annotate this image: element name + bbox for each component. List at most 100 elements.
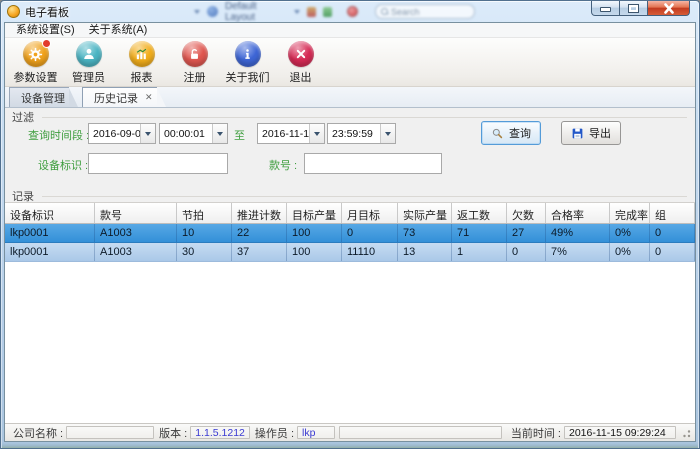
table-cell: 7% <box>546 243 610 261</box>
current-time-value: 2016-11-15 09:29:24 <box>564 426 676 439</box>
resize-grip[interactable] <box>679 426 692 439</box>
export-button-label: 导出 <box>589 125 611 141</box>
table-cell: 27 <box>507 224 546 242</box>
record-icon <box>347 6 358 17</box>
table-cell: 0% <box>610 224 650 242</box>
query-button[interactable]: 查询 <box>481 121 541 145</box>
date-to-value: 2016-11-15 <box>258 128 309 140</box>
toolbar-button-label: 参数设置 <box>14 69 58 85</box>
column-header-3[interactable]: 推进计数 <box>232 203 287 223</box>
time-to-picker[interactable]: 23:59:59 <box>327 123 396 144</box>
date-from-dropdown-button[interactable] <box>140 124 155 143</box>
table-body: lkp0001A10031022100073712749%0%0lkp0001A… <box>5 224 695 262</box>
table-row-0[interactable]: lkp0001A10031022100073712749%0%0 <box>5 224 695 243</box>
device-id-input[interactable] <box>88 153 228 174</box>
column-header-7[interactable]: 返工数 <box>452 203 507 223</box>
titlebar[interactable]: 电子看板 Default Layout Search <box>1 1 699 22</box>
table-cell: 100 <box>287 243 342 261</box>
toolbar-button-settings[interactable]: 参数设置 <box>9 41 62 85</box>
tab-device-management[interactable]: 设备管理 <box>9 87 69 107</box>
maximize-button[interactable] <box>620 1 647 16</box>
close-button[interactable] <box>647 1 690 16</box>
minimize-icon <box>600 7 611 12</box>
export-button[interactable]: 导出 <box>561 121 621 145</box>
table-cell: lkp0001 <box>5 243 95 261</box>
client-area: 系统设置(S)关于系统(A) 参数设置管理员报表注册 关于我们 退出 设备管理 历史记… <box>4 22 696 442</box>
menu-item-0[interactable]: 系统设置(S) <box>9 24 82 37</box>
menu-item-1[interactable]: 关于系统(A) <box>82 24 155 37</box>
window-controls <box>591 1 690 16</box>
save-icon <box>571 127 584 140</box>
search-icon <box>491 127 504 140</box>
column-header-11[interactable]: 组 <box>650 203 695 223</box>
chevron-down-icon <box>217 132 223 136</box>
overlay-tool-icon <box>307 7 316 17</box>
table-cell: 0 <box>507 243 546 261</box>
toolbar-button-register[interactable]: 注册 <box>168 41 221 85</box>
toolbar-button-label: 管理员 <box>72 69 105 85</box>
table-cell: 49% <box>546 224 610 242</box>
operator-label: 操作员 : <box>255 425 294 441</box>
toolbar-button-label: 关于我们 <box>226 69 270 85</box>
table-cell: 1 <box>452 243 507 261</box>
column-header-9[interactable]: 合格率 <box>546 203 610 223</box>
toolbar-button-report[interactable]: 报表 <box>115 41 168 85</box>
style-no-label: 款号 : <box>269 157 297 173</box>
notification-badge <box>42 39 51 48</box>
column-header-6[interactable]: 实际产量 <box>398 203 452 223</box>
style-no-input[interactable] <box>304 153 442 174</box>
table-header-row: 设备标识款号节拍推进计数目标产量月目标实际产量返工数欠数合格率完成率组 <box>5 203 695 224</box>
filter-section-label: 过滤 <box>12 109 34 125</box>
toolbar-button-about[interactable]: 关于我们 <box>221 41 274 85</box>
table-cell: 100 <box>287 224 342 242</box>
window-title: 电子看板 <box>25 4 69 20</box>
column-header-5[interactable]: 月目标 <box>342 203 398 223</box>
tab-label: 设备管理 <box>21 90 65 106</box>
toolbar-button-label: 退出 <box>290 69 312 85</box>
column-header-8[interactable]: 欠数 <box>507 203 546 223</box>
tab-label: 历史记录 <box>94 90 138 106</box>
toolbar-button-label: 注册 <box>184 69 206 85</box>
minimize-button[interactable] <box>591 1 620 16</box>
date-to-picker[interactable]: 2016-11-15 <box>257 123 325 144</box>
chevron-down-icon <box>194 10 200 14</box>
column-header-4[interactable]: 目标产量 <box>287 203 342 223</box>
table-cell: 73 <box>398 224 452 242</box>
column-header-2[interactable]: 节拍 <box>177 203 232 223</box>
date-to-dropdown-button[interactable] <box>309 124 324 143</box>
table-cell: 37 <box>232 243 287 261</box>
info-icon <box>235 41 261 67</box>
table-cell: lkp0001 <box>5 224 95 242</box>
toolbar-button-exit[interactable]: 退出 <box>274 41 327 85</box>
tab-history[interactable]: 历史记录 ✕ <box>82 87 157 107</box>
lock-open-icon <box>182 41 208 67</box>
window-frame-bottom <box>2 443 698 448</box>
layout-selector-label: Default Layout <box>225 1 287 23</box>
column-header-1[interactable]: 款号 <box>95 203 177 223</box>
device-id-label: 设备标识 : <box>38 157 88 173</box>
column-header-0[interactable]: 设备标识 <box>5 203 95 223</box>
column-header-10[interactable]: 完成率 <box>610 203 650 223</box>
operator-value: lkp <box>297 426 335 439</box>
table-cell: A1003 <box>95 243 177 261</box>
table-cell: 22 <box>232 224 287 242</box>
chevron-down-icon <box>385 132 391 136</box>
section-divider <box>42 196 687 197</box>
time-from-picker[interactable]: 00:00:01 <box>159 123 228 144</box>
toolbar-button-admin[interactable]: 管理员 <box>62 41 115 85</box>
table-cell: 0 <box>342 224 398 242</box>
date-from-picker[interactable]: 2016-09-01 <box>88 123 156 144</box>
current-time-label: 当前时间 : <box>511 425 561 441</box>
table-cell: 11110 <box>342 243 398 261</box>
time-from-dropdown-button[interactable] <box>212 124 227 143</box>
time-to-value: 23:59:59 <box>328 128 380 140</box>
query-button-label: 查询 <box>509 125 531 141</box>
statusbar-spacer-panel <box>339 426 502 439</box>
table-row-1[interactable]: lkp0001A100330371001111013107%0%0 <box>5 243 695 262</box>
tab-close-icon[interactable]: ✕ <box>145 93 153 102</box>
table-cell: 10 <box>177 224 232 242</box>
version-label: 版本 : <box>159 425 187 441</box>
tab-content-history: 过滤 查询时间段 : 2016-09-01 00:00:01 至 2016-11… <box>5 108 695 423</box>
time-to-dropdown-button[interactable] <box>380 124 395 143</box>
app-window: 电子看板 Default Layout Search 系统设置(S)关于系统(A… <box>0 0 700 449</box>
